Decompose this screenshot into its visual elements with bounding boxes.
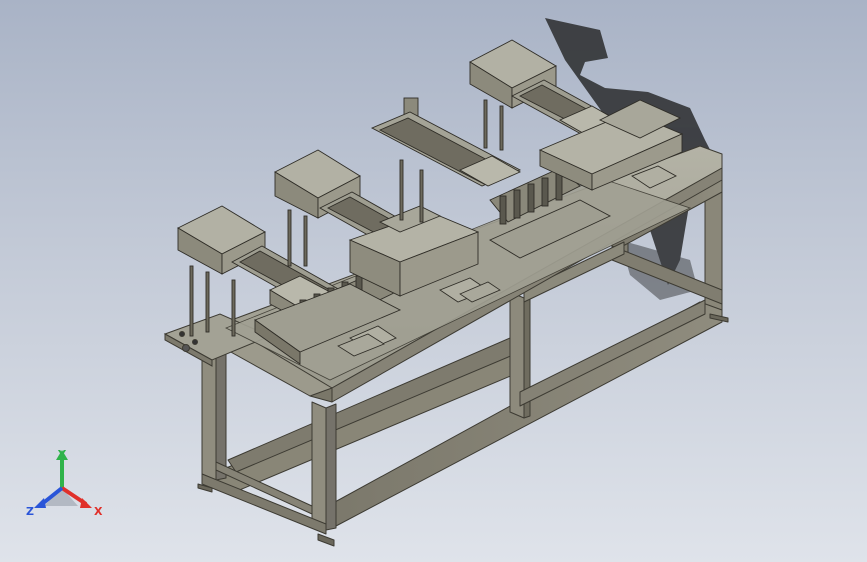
z-axis-arrowhead [34,498,46,508]
assembly-model[interactable] [0,0,867,562]
x-axis-label: X [94,505,103,518]
axis-triad[interactable]: Y X Z [20,446,110,526]
cad-graphics-viewport[interactable]: Y X Z [0,0,867,562]
z-axis-label: Z [26,505,34,518]
x-axis-arrowhead [80,498,92,508]
y-axis-label: Y [57,448,67,461]
